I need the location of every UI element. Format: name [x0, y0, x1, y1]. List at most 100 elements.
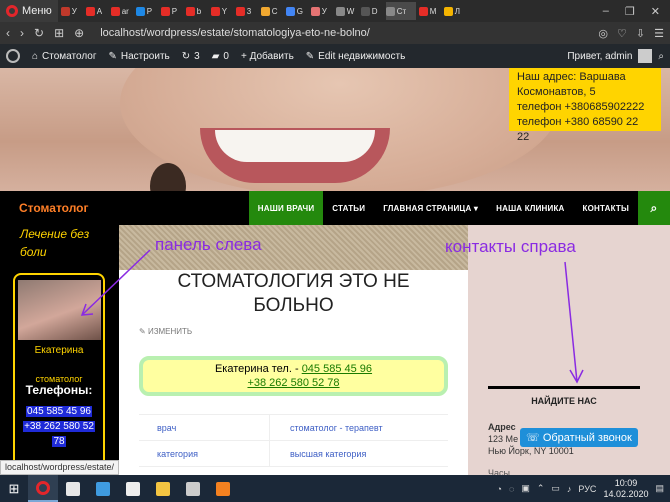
- browser-tab[interactable]: С: [260, 2, 283, 20]
- browser-tab[interactable]: W: [335, 2, 358, 20]
- system-tray: ◔ ◌ ▣ ⌃ ▭ ♪ РУС 10:09 14.02.2020 ▤: [497, 478, 670, 500]
- doctor-phone-text: 045 585 45 96: [26, 406, 92, 417]
- wp-comments-count[interactable]: 0: [223, 51, 229, 62]
- volume-icon[interactable]: ♪: [567, 484, 572, 494]
- header-contact-box: Наш адрес: Варшава Космонавтов, 5 телефо…: [509, 68, 661, 143]
- table-cell: стоматолог - терапевт: [269, 415, 448, 440]
- search-icon[interactable]: ⌕: [638, 191, 670, 225]
- browser-tab[interactable]: У: [310, 2, 333, 20]
- wp-add-new-link[interactable]: + Добавить: [241, 51, 294, 62]
- tab-label: А: [96, 6, 103, 16]
- forward-icon[interactable]: ›: [20, 26, 24, 40]
- browser-tab[interactable]: G: [285, 2, 308, 20]
- taskbar-clock[interactable]: 10:09 14.02.2020: [603, 478, 648, 500]
- menu-item-home[interactable]: ГЛАВНАЯ СТРАНИЦА ▾: [374, 191, 487, 225]
- edit-post-link[interactable]: ✎ ИЗМЕНИТЬ: [139, 327, 192, 336]
- taskbar-opera[interactable]: [28, 475, 58, 502]
- language-indicator[interactable]: РУС: [578, 484, 596, 494]
- minimize-icon[interactable]: –: [603, 5, 609, 18]
- wordpress-logo-icon[interactable]: [6, 49, 20, 63]
- contact-line: телефон +380 68590 22 22: [517, 116, 639, 143]
- phone-icon: ☏: [526, 432, 540, 444]
- tab-label: ar: [121, 6, 129, 16]
- download-icon[interactable]: ⇩: [636, 27, 645, 40]
- phone-link[interactable]: +38 262 580 52 78: [247, 377, 339, 389]
- divider: [488, 386, 640, 389]
- browser-menu-button[interactable]: Меню: [0, 0, 58, 22]
- doctor-info-table: врач стоматолог - терапевт категория выс…: [139, 414, 448, 467]
- hero-teeth-shape: [215, 130, 375, 162]
- maximize-icon[interactable]: ❐: [625, 5, 635, 18]
- tab-label: 3: [246, 6, 252, 16]
- tab-favicon-icon: [260, 6, 270, 16]
- phone-link[interactable]: 045 585 45 96: [302, 363, 372, 375]
- globe-icon: ⊕: [74, 26, 85, 40]
- tray-icon[interactable]: ◌: [509, 484, 514, 494]
- browser-tab[interactable]: 3: [235, 2, 258, 20]
- browser-tab[interactable]: У: [60, 2, 83, 20]
- menu-item-clinic[interactable]: НАША КЛИНИКА: [487, 191, 573, 225]
- wp-edit-link[interactable]: Edit недвижимость: [318, 51, 405, 62]
- close-icon[interactable]: ✕: [651, 5, 660, 18]
- callback-button[interactable]: ☏ Обратный звонок: [520, 428, 638, 447]
- back-icon[interactable]: ‹: [6, 26, 10, 40]
- browser-tab[interactable]: Y: [210, 2, 233, 20]
- wp-updates-count[interactable]: 3: [194, 51, 200, 62]
- browser-tab[interactable]: D: [360, 2, 383, 20]
- wp-account[interactable]: Привет, admin ⌕: [567, 49, 664, 63]
- address-bar-actions: ◎ ♡ ⇩ ☰: [598, 27, 664, 40]
- menu-item-contacts[interactable]: КОНТАКТЫ: [574, 191, 638, 225]
- notifications-icon[interactable]: ▤: [655, 483, 664, 494]
- site-navigation: Стоматолог НАШИ ВРАЧИ СТАТЬИ ГЛАВНАЯ СТР…: [0, 191, 670, 225]
- wp-site-link[interactable]: Стоматолог: [42, 51, 96, 62]
- phones-heading: Телефоны:: [25, 383, 93, 397]
- tab-favicon-icon: [60, 6, 70, 16]
- browser-tab[interactable]: Р: [135, 2, 158, 20]
- browser-tab[interactable]: Л: [443, 2, 466, 20]
- browser-tab[interactable]: M: [418, 2, 441, 20]
- start-button[interactable]: ⊞: [0, 475, 28, 502]
- wp-customize-link[interactable]: Настроить: [121, 51, 170, 62]
- browser-tab[interactable]: ar: [110, 2, 133, 20]
- tray-icon[interactable]: ▣: [521, 483, 530, 494]
- taskbar-app[interactable]: [148, 475, 178, 502]
- tab-favicon-icon: [310, 6, 320, 16]
- tab-favicon-icon: [360, 6, 370, 16]
- annotation-right-contacts: контакты справа: [445, 237, 576, 256]
- tray-icon[interactable]: ◔: [497, 484, 502, 494]
- callback-label: Обратный звонок: [542, 432, 632, 444]
- primary-menu: НАШИ ВРАЧИ СТАТЬИ ГЛАВНАЯ СТРАНИЦА ▾ НАШ…: [248, 191, 670, 225]
- tab-label: W: [346, 6, 355, 16]
- doctor-phone-text: +38 262 580 52: [23, 421, 95, 432]
- tab-label: Р: [146, 6, 153, 16]
- heart-icon[interactable]: ♡: [617, 27, 627, 40]
- taskbar-app[interactable]: [208, 475, 238, 502]
- taskbar-app[interactable]: [178, 475, 208, 502]
- tab-label: У: [321, 6, 327, 16]
- taskbar-app[interactable]: [88, 475, 118, 502]
- tray-icon[interactable]: ⌃: [537, 483, 545, 494]
- browser-tab[interactable]: А: [85, 2, 108, 20]
- menu-item-doctors[interactable]: НАШИ ВРАЧИ: [248, 191, 324, 225]
- site-title[interactable]: Стоматолог: [19, 201, 89, 215]
- reload-icon[interactable]: ↻: [34, 26, 44, 40]
- post-article: СТОМАТОЛОГИЯ ЭТО НЕ БОЛЬНО ✎ ИЗМЕНИТЬ Ек…: [139, 270, 448, 475]
- camera-icon[interactable]: ◎: [598, 27, 608, 40]
- taskbar-app[interactable]: [118, 475, 148, 502]
- taskbar-app[interactable]: [58, 475, 88, 502]
- clock-date: 14.02.2020: [603, 488, 649, 499]
- browser-tab[interactable]: Ст: [385, 2, 416, 20]
- url-field[interactable]: localhost/wordpress/estate/stomatologiya…: [100, 27, 370, 39]
- menu-item-articles[interactable]: СТАТЬИ: [323, 191, 374, 225]
- tray-icon[interactable]: ▭: [551, 483, 560, 494]
- contact-line: телефон +380685902222: [517, 101, 645, 113]
- search-icon[interactable]: ⌕: [658, 51, 664, 62]
- app-icon: [216, 481, 230, 496]
- comments-icon: ▰: [211, 50, 220, 62]
- tab-favicon-icon: [385, 6, 395, 16]
- grid-icon[interactable]: ⊞: [54, 26, 64, 40]
- browser-tab[interactable]: Р: [160, 2, 183, 20]
- settings-icon[interactable]: ☰: [654, 27, 664, 40]
- browser-tab[interactable]: b: [185, 2, 208, 20]
- doctor-card: Екатерина стоматолог Телефоны: 045 585 4…: [13, 273, 105, 488]
